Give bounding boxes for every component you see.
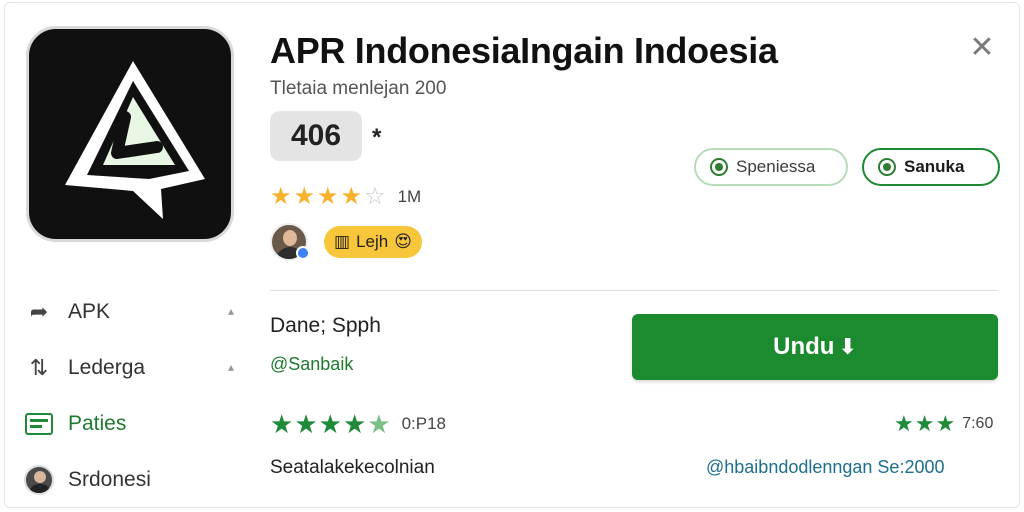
menu-item-paties[interactable]: Paties [24,396,244,452]
app-logo-icon [65,61,205,219]
avatar-icon [24,465,54,495]
star-icon: ★ [894,411,914,436]
verified-badge-icon [296,246,310,260]
close-icon[interactable]: ✕ [966,32,998,64]
app-title: APR IndonesiaIngain Indoesia [270,30,778,71]
rating-row: ★ ★ ★ ★ ☆ 1M [270,182,421,212]
app-icon[interactable] [26,26,234,242]
menu-item-label: Srdonesi [68,468,151,491]
developer-handle[interactable]: @Sanbaik [270,354,353,375]
developer-name: Dane; Spph [270,314,381,337]
star-icon: ★ [342,409,367,439]
install-button-label: Undu [773,333,835,360]
location-icon [710,158,728,176]
star-half-icon: ★ [340,183,363,210]
caret-icon: ▴ [227,360,234,374]
star-icon: ★ [270,183,292,210]
star-icon: ★ [914,411,935,436]
star-icon: ★ [294,409,318,439]
share-icon: ➦ [29,299,49,324]
star-icon: ★ [935,411,956,436]
review-rating-left: ★ ★ ★ ★ ★ 0:P18 [270,410,446,438]
radio-icon [878,158,896,176]
app-subtitle: Tletaia menlejan 200 [270,78,447,99]
caret-icon: ▴ [227,304,234,318]
chip-outline-label: Speniessa [736,157,816,176]
tag-pill[interactable]: ▥ Lejh 😍 [324,226,422,258]
download-icon: ⬇ [838,334,857,359]
side-menu: ➦ APK ▴ ⇅ Lederga ▴ Paties Srdonesi [24,284,244,508]
chip-outline[interactable]: Speniessa [694,148,848,186]
menu-item-apk[interactable]: ➦ APK ▴ [24,284,244,340]
menu-item-label: Lederga [68,356,146,379]
chip-solid-label: Sanuka [904,157,965,176]
price-badge: 406 [270,111,362,161]
review-rating-right: ★ ★ ★ 7:60 [894,410,993,438]
rating-count: 1M [397,187,422,206]
menu-item-lederga[interactable]: ⇅ Lederga ▴ [24,340,244,396]
star-empty-icon: ☆ [364,183,386,210]
flag-icon [25,413,53,435]
emoji-icon: 😍 [394,232,412,251]
footer-link[interactable]: @hbaibndodlenngan Se:2000 [706,457,944,478]
chip-solid[interactable]: Sanuka [862,148,1000,186]
star-icon: ★ [270,409,294,439]
tag-label: Lejh [356,232,389,251]
install-button[interactable]: Undu ⬇ [632,314,998,380]
building-icon: ▥ [334,232,351,251]
star-half-icon: ★ [367,409,391,439]
author-row: ▥ Lejh 😍 [270,222,422,262]
star-icon: ★ [318,409,342,439]
star-icon: ★ [293,183,316,210]
review-score-left: 0:P18 [401,414,446,433]
menu-item-label: APK [68,300,111,323]
divider [270,290,998,291]
star-icon: ★ [317,183,339,210]
menu-item-srdonesi[interactable]: Srdonesi [24,452,244,508]
price-marker: * [372,124,382,151]
summary-text: Seatalakekecolnian [270,457,435,478]
review-score-right: 7:60 [962,415,994,432]
sort-icon: ⇅ [29,355,49,380]
menu-item-label: Paties [68,412,127,435]
